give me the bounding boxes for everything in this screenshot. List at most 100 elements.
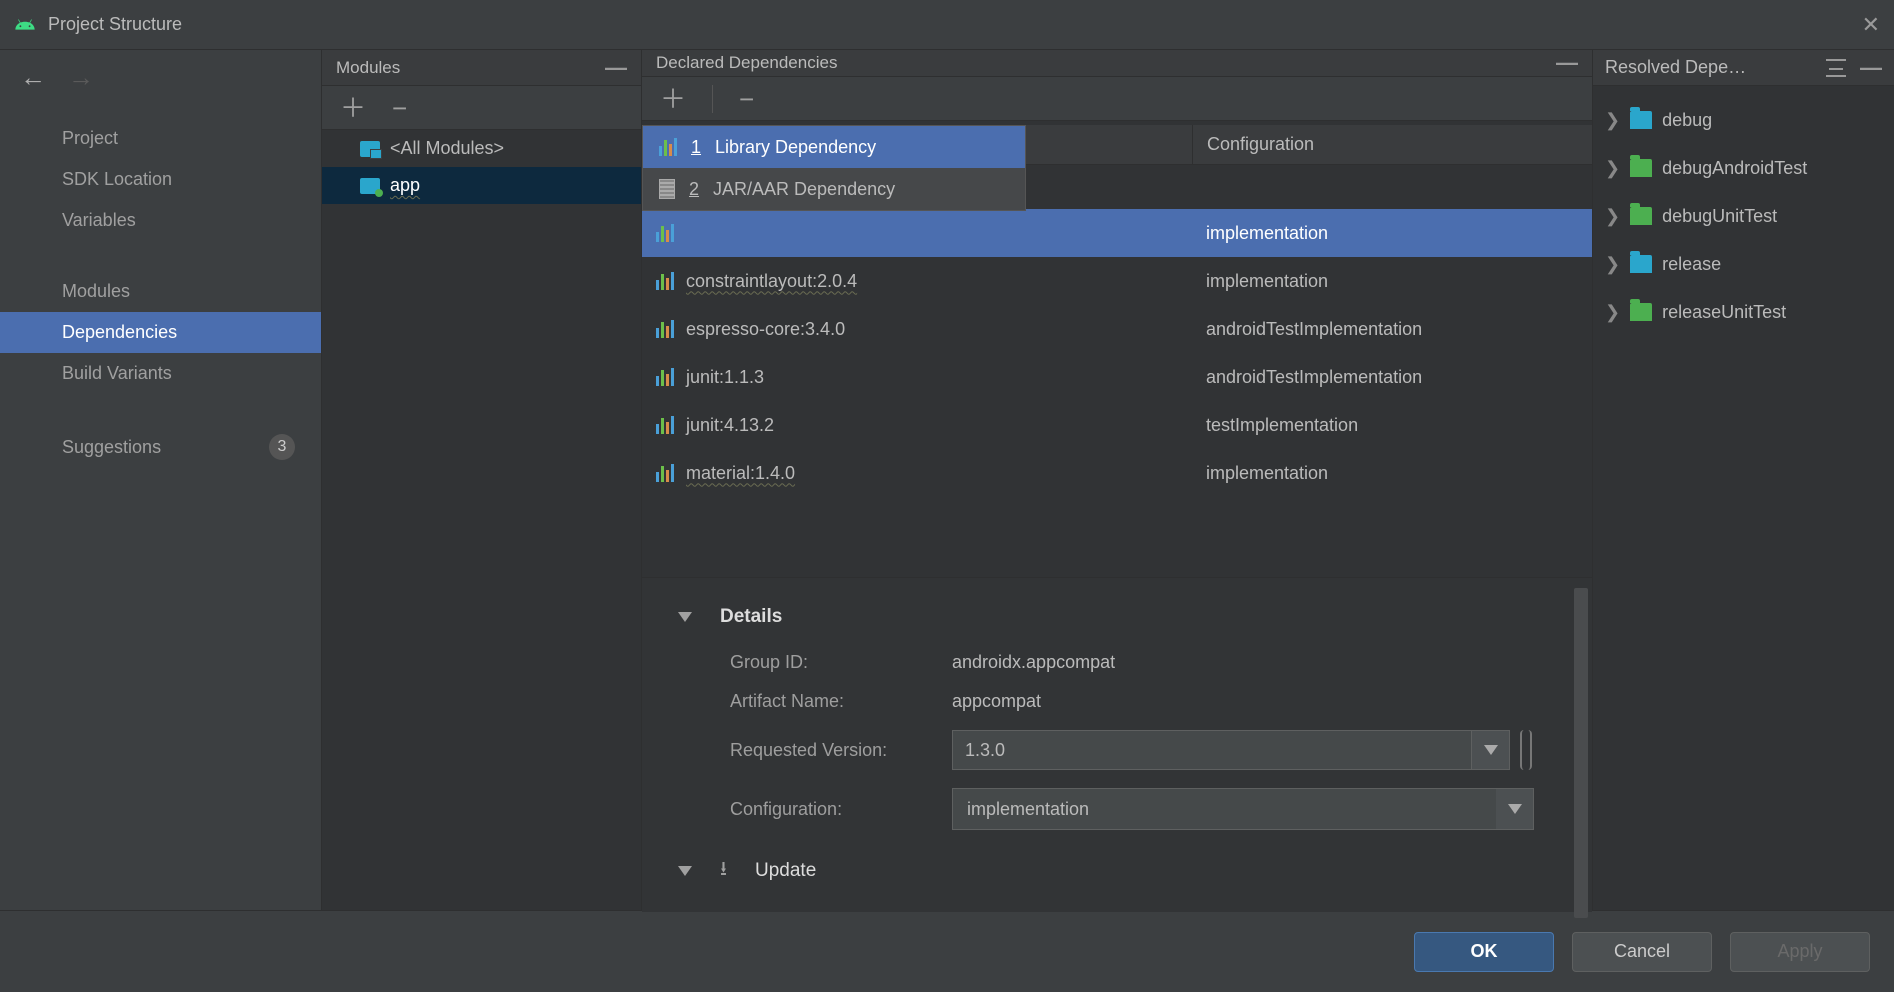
sidebar: ← → Project SDK Location Variables Modul… <box>0 50 322 910</box>
resolved-header-label: Resolved Depe… <box>1605 57 1746 78</box>
sidebar-item-label: Variables <box>62 210 136 231</box>
minimize-icon[interactable]: — <box>1556 50 1578 76</box>
tree-item-label: releaseUnitTest <box>1662 302 1786 323</box>
column-configuration: Configuration <box>1192 125 1592 164</box>
mnemonic: 1 <box>691 137 701 158</box>
remove-module-button[interactable]: − <box>392 95 407 121</box>
folder-icon <box>1630 111 1652 129</box>
minimize-icon[interactable]: — <box>1860 55 1882 81</box>
tree-item-label: debug <box>1662 110 1712 131</box>
tree-item-debugAndroidTest[interactable]: ❯ debugAndroidTest <box>1593 144 1894 192</box>
declared-toolbar: ＋ − <box>642 77 1592 121</box>
remove-dependency-button[interactable]: − <box>739 86 754 112</box>
chevron-right-icon: ❯ <box>1605 158 1620 179</box>
button-label: OK <box>1471 941 1498 962</box>
collapse-toggle-icon[interactable] <box>678 866 692 876</box>
artifact-name-value: appcompat <box>952 691 1041 712</box>
declared-dependencies-panel: Declared Dependencies — ＋ − 1 Library De… <box>642 50 1592 910</box>
add-dependency-popup: 1 Library Dependency 2 JAR/AAR Dependenc… <box>642 125 1026 211</box>
module-row-app[interactable]: app <box>322 167 641 204</box>
dependency-config: testImplementation <box>1192 415 1592 436</box>
drag-handle-icon[interactable] <box>1520 730 1532 770</box>
library-icon <box>656 320 674 338</box>
configuration-label: Configuration: <box>730 799 952 820</box>
configuration-select[interactable]: implementation <box>952 788 1496 830</box>
library-icon <box>656 368 674 386</box>
popup-item-jar-aar-dependency[interactable]: 2 JAR/AAR Dependency <box>643 168 1025 210</box>
sidebar-item-suggestions[interactable]: Suggestions 3 <box>0 424 321 470</box>
close-button[interactable]: ✕ <box>1862 12 1880 38</box>
sidebar-item-modules[interactable]: Modules <box>0 271 321 312</box>
add-module-button[interactable]: ＋ <box>340 95 366 121</box>
nav-back-icon[interactable]: ← <box>20 62 46 93</box>
sidebar-item-label: Modules <box>62 281 130 302</box>
popup-item-library-dependency[interactable]: 1 Library Dependency <box>643 126 1025 168</box>
requested-version-input[interactable] <box>952 730 1472 770</box>
minimize-icon[interactable]: — <box>605 55 627 81</box>
mnemonic: 2 <box>689 179 699 200</box>
sidebar-item-sdk-location[interactable]: SDK Location <box>0 159 321 200</box>
dependency-row[interactable]: espresso-core:3.4.0 androidTestImplement… <box>642 305 1592 353</box>
configuration-dropdown-button[interactable] <box>1496 788 1534 830</box>
version-dropdown-button[interactable] <box>1472 730 1510 770</box>
module-icon <box>360 178 380 194</box>
requested-version-label: Requested Version: <box>730 740 952 761</box>
ok-button[interactable]: OK <box>1414 932 1554 972</box>
chevron-down-icon <box>1508 804 1522 814</box>
dependency-row[interactable]: constraintlayout:2.0.4 implementation <box>642 257 1592 305</box>
sidebar-item-label: SDK Location <box>62 169 172 190</box>
nav-forward-icon: → <box>68 62 94 93</box>
folder-icon <box>1630 255 1652 273</box>
chevron-right-icon: ❯ <box>1605 206 1620 227</box>
sidebar-item-dependencies[interactable]: Dependencies <box>0 312 321 353</box>
dependency-config: androidTestImplementation <box>1192 319 1592 340</box>
chevron-down-icon <box>1484 745 1498 755</box>
dependency-row[interactable]: junit:1.1.3 androidTestImplementation <box>642 353 1592 401</box>
chevron-right-icon: ❯ <box>1605 110 1620 131</box>
android-icon <box>14 14 36 36</box>
modules-header-label: Modules <box>336 58 400 78</box>
modules-toolbar: ＋ − <box>322 86 641 130</box>
dependency-row[interactable]: appcompat:1.3.0 implementation <box>642 209 1592 257</box>
tree-item-label: debugAndroidTest <box>1662 158 1807 179</box>
tree-item-debugUnitTest[interactable]: ❯ debugUnitTest <box>1593 192 1894 240</box>
add-dependency-button[interactable]: ＋ <box>660 86 686 112</box>
library-icon <box>656 272 674 290</box>
dependency-config: androidTestImplementation <box>1192 367 1592 388</box>
artifact-name-label: Artifact Name: <box>730 691 952 712</box>
cancel-button[interactable]: Cancel <box>1572 932 1712 972</box>
details-scrollbar[interactable] <box>1574 588 1588 918</box>
filter-icon[interactable] <box>1826 59 1846 77</box>
dependency-name: material:1.4.0 <box>686 463 795 484</box>
tree-item-releaseUnitTest[interactable]: ❯ releaseUnitTest <box>1593 288 1894 336</box>
apply-button[interactable]: Apply <box>1730 932 1870 972</box>
tree-item-release[interactable]: ❯ release <box>1593 240 1894 288</box>
chevron-right-icon: ❯ <box>1605 302 1620 323</box>
dependency-name: junit:1.1.3 <box>686 367 764 388</box>
library-icon <box>656 464 674 482</box>
collapse-toggle-icon[interactable] <box>678 612 692 622</box>
update-title: Update <box>755 860 816 882</box>
sidebar-item-project[interactable]: Project <box>0 118 321 159</box>
details-panel: Details Group ID: androidx.appcompat Art… <box>642 577 1592 912</box>
dependency-config: implementation <box>1192 463 1592 484</box>
tree-item-debug[interactable]: ❯ debug <box>1593 96 1894 144</box>
declared-header-label: Declared Dependencies <box>656 53 837 73</box>
library-icon <box>659 138 677 156</box>
popup-item-label: JAR/AAR Dependency <box>713 179 895 200</box>
sidebar-item-label: Suggestions <box>62 437 161 458</box>
modules-panel: Modules — ＋ − <All Modules> app <box>322 50 642 910</box>
jar-icon <box>659 179 675 199</box>
module-row-all[interactable]: <All Modules> <box>322 130 641 167</box>
sidebar-item-build-variants[interactable]: Build Variants <box>0 353 321 394</box>
resolved-header: Resolved Depe… — <box>1593 50 1894 86</box>
group-id-label: Group ID: <box>730 652 952 673</box>
sidebar-item-variables[interactable]: Variables <box>0 200 321 241</box>
dependency-row[interactable]: material:1.4.0 implementation <box>642 449 1592 497</box>
dependency-row[interactable]: junit:4.13.2 testImplementation <box>642 401 1592 449</box>
configuration-value: implementation <box>967 799 1089 820</box>
library-icon <box>656 416 674 434</box>
sidebar-item-label: Dependencies <box>62 322 177 343</box>
button-label: Cancel <box>1614 941 1670 962</box>
tree-item-label: debugUnitTest <box>1662 206 1777 227</box>
